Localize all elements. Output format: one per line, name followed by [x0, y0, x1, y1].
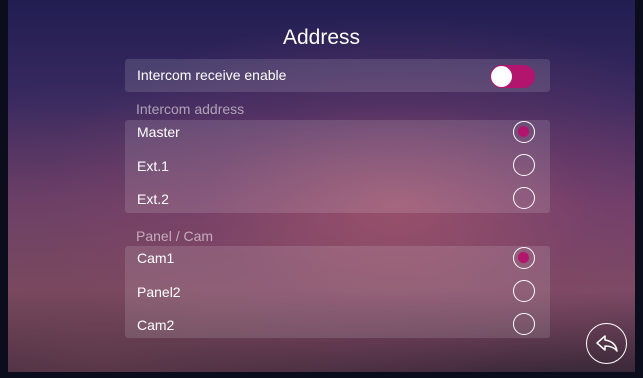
intercom-receive-panel: Intercom receive enable: [125, 59, 550, 92]
panel-cam-panel: Cam1 Panel2 Cam2: [125, 246, 550, 338]
intercom-address-option-ext2[interactable]: Ext.2: [125, 184, 550, 215]
radio-button[interactable]: [513, 154, 535, 176]
back-arrow-icon: [596, 335, 618, 352]
option-label: Cam2: [137, 317, 175, 333]
intercom-receive-toggle[interactable]: [490, 65, 535, 88]
intercom-address-option-ext1[interactable]: Ext.1: [125, 151, 550, 182]
radio-button[interactable]: [513, 313, 535, 335]
intercom-receive-row[interactable]: Intercom receive enable: [125, 60, 550, 91]
toggle-knob: [491, 66, 512, 87]
option-label: Ext.2: [137, 191, 169, 207]
radio-selected-dot: [518, 252, 529, 263]
intercom-address-panel: Master Ext.1 Ext.2: [125, 120, 550, 213]
option-label: Ext.1: [137, 158, 169, 174]
intercom-receive-label: Intercom receive enable: [137, 67, 287, 83]
page-title: Address: [282, 26, 361, 49]
panel-cam-option-cam1[interactable]: Cam1: [125, 243, 550, 274]
radio-selected-dot: [518, 126, 529, 137]
address-screen: Address Intercom receive enable Intercom…: [0, 0, 643, 378]
option-label: Cam1: [137, 250, 175, 266]
option-label: Master: [137, 124, 180, 140]
radio-button[interactable]: [513, 247, 535, 269]
back-button[interactable]: [586, 323, 627, 364]
panel-cam-heading: Panel / Cam: [136, 228, 214, 244]
intercom-address-heading: Intercom address: [136, 101, 245, 117]
radio-button[interactable]: [513, 121, 535, 143]
radio-button[interactable]: [513, 280, 535, 302]
option-label: Panel2: [137, 284, 181, 300]
panel-cam-option-cam2[interactable]: Cam2: [125, 310, 550, 341]
panel-cam-option-panel2[interactable]: Panel2: [125, 277, 550, 308]
radio-button[interactable]: [513, 187, 535, 209]
intercom-address-option-master[interactable]: Master: [125, 117, 550, 148]
